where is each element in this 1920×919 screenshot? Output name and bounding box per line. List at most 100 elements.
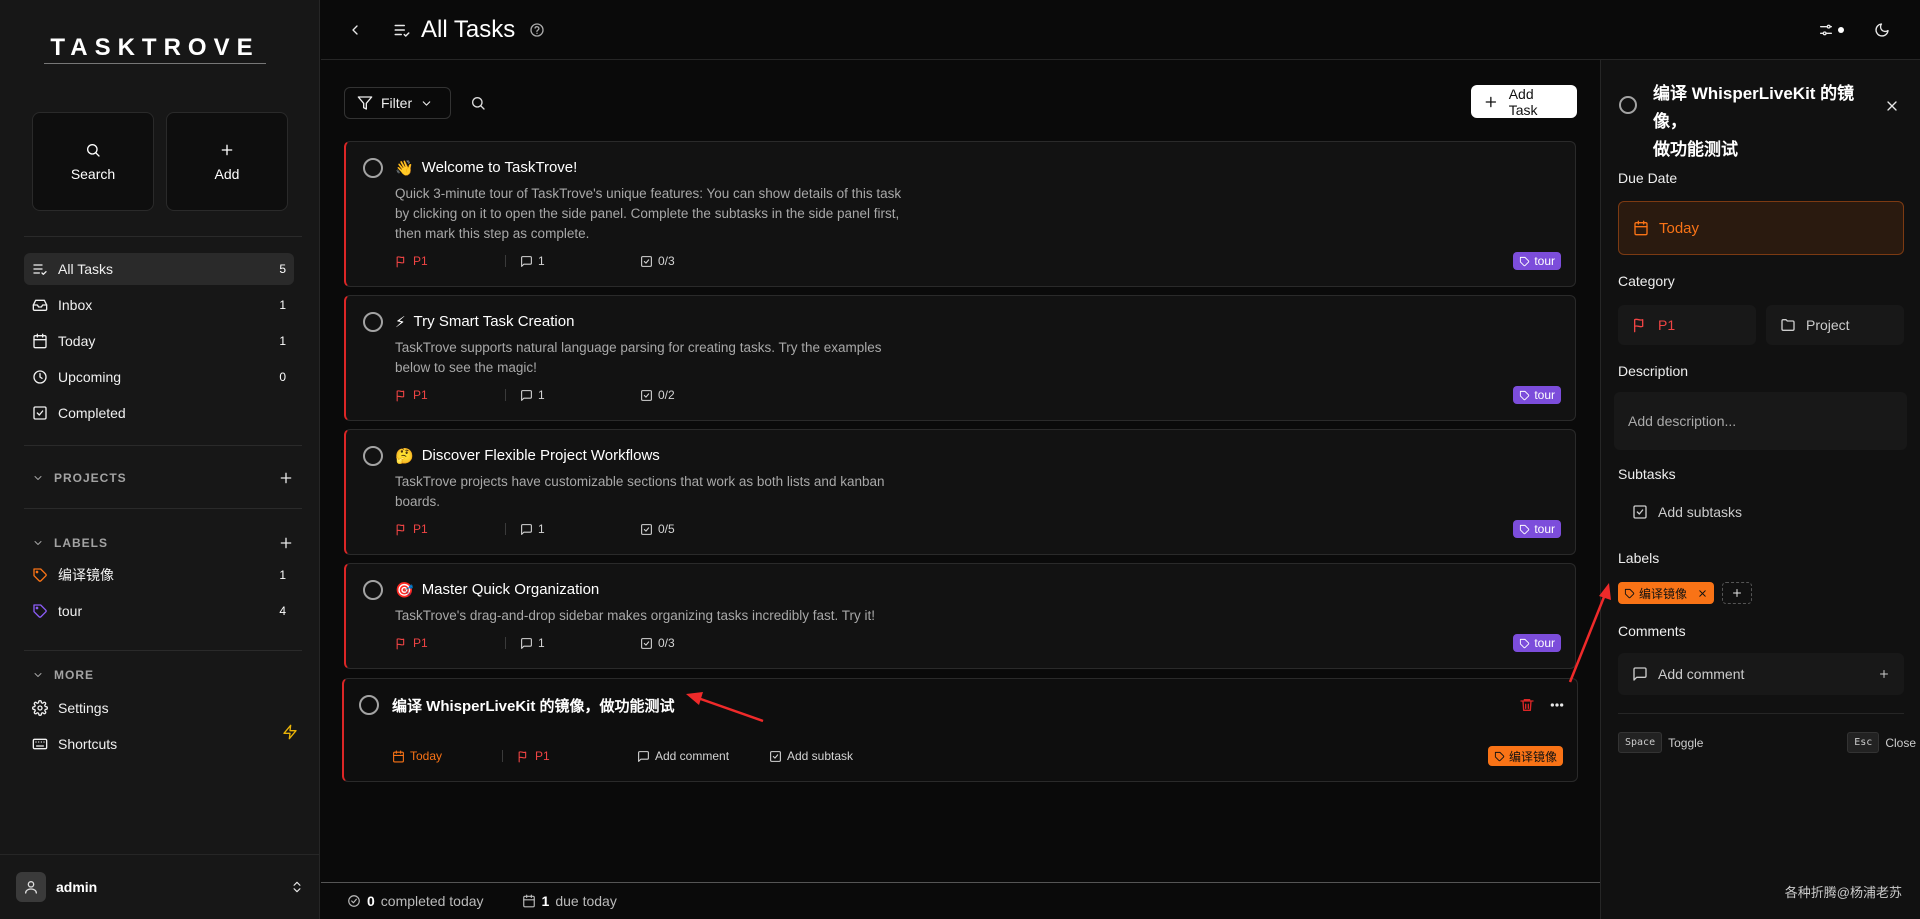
labels-label: Labels bbox=[1618, 550, 1660, 566]
trash-icon[interactable] bbox=[1519, 697, 1535, 713]
comment-count[interactable]: 1 bbox=[520, 254, 640, 268]
quick-add-button[interactable]: Add bbox=[166, 112, 288, 211]
task-card[interactable]: 👋 Welcome to TaskTrove! Quick 3-minute to… bbox=[344, 141, 1576, 287]
due-date-indicator[interactable]: Today bbox=[392, 749, 502, 763]
subtask-count[interactable]: 0/5 bbox=[640, 522, 675, 536]
tag-badge[interactable]: tour bbox=[1513, 386, 1561, 404]
sidebar-item-label-tour[interactable]: tour 4 bbox=[24, 595, 294, 627]
task-title: 🎯 Master Quick Organization bbox=[395, 581, 599, 599]
add-subtasks-button[interactable]: Add subtasks bbox=[1618, 495, 1904, 529]
tag-badge[interactable]: tour bbox=[1513, 634, 1561, 652]
sidebar-item-upcoming[interactable]: Upcoming 0 bbox=[24, 361, 294, 393]
chevron-down-icon bbox=[422, 100, 431, 106]
priority-indicator[interactable]: P1 bbox=[395, 522, 505, 536]
sidebar-item-inbox[interactable]: Inbox 1 bbox=[24, 289, 294, 321]
add-label-icon[interactable] bbox=[278, 535, 294, 551]
moon-icon[interactable] bbox=[1874, 22, 1890, 38]
priority-indicator[interactable]: P1 bbox=[517, 749, 637, 763]
add-subtask-link[interactable]: Add subtask bbox=[769, 749, 853, 763]
quick-search-button[interactable]: Search bbox=[32, 112, 154, 211]
chevron-left-icon[interactable] bbox=[347, 22, 363, 38]
task-checkbox[interactable] bbox=[359, 695, 379, 715]
description-field[interactable]: Add description... bbox=[1614, 392, 1907, 450]
tag-badge[interactable]: tour bbox=[1513, 252, 1561, 270]
subtask-count[interactable]: 0/2 bbox=[640, 388, 675, 402]
sidebar-item-label-build-image[interactable]: 编译镜像 1 bbox=[24, 559, 294, 591]
task-card[interactable]: 🤔 Discover Flexible Project Workflows Tas… bbox=[344, 429, 1576, 555]
sidebar-divider bbox=[24, 508, 302, 509]
sliders-icon[interactable] bbox=[1818, 22, 1834, 38]
shortcut-close-hint: Esc Close bbox=[1847, 732, 1916, 753]
add-task-button[interactable]: Add Task bbox=[1471, 85, 1577, 118]
task-checkbox[interactable] bbox=[363, 158, 383, 178]
task-checkbox[interactable] bbox=[363, 580, 383, 600]
sidebar-item-settings[interactable]: Settings bbox=[24, 692, 294, 724]
help-circle-icon[interactable] bbox=[529, 22, 545, 38]
meta-divider bbox=[505, 637, 506, 649]
sidebar-item-today[interactable]: Today 1 bbox=[24, 325, 294, 357]
priority-value: P1 bbox=[1658, 317, 1676, 333]
task-checkbox[interactable] bbox=[363, 446, 383, 466]
status-footer: 0 completed today 1 due today bbox=[321, 882, 1600, 919]
tag-badge[interactable]: tour bbox=[1513, 520, 1561, 538]
labels-section-header[interactable]: LABELS bbox=[32, 535, 294, 551]
completed-text: completed today bbox=[380, 893, 484, 909]
flag-icon bbox=[518, 750, 527, 762]
more-section-header[interactable]: MORE bbox=[32, 668, 294, 682]
calendar-icon bbox=[1634, 220, 1648, 236]
comment-count[interactable]: 1 bbox=[520, 522, 640, 536]
user-menu[interactable]: admin bbox=[0, 854, 320, 919]
sidebar-item-completed[interactable]: Completed bbox=[24, 397, 294, 429]
panel-task-checkbox[interactable] bbox=[1619, 96, 1637, 114]
panel-task-title[interactable]: 编译 WhisperLiveKit 的镜像， 做功能测试 bbox=[1653, 80, 1873, 164]
more-heading: MORE bbox=[54, 668, 94, 682]
task-card[interactable]: ⚡ Try Smart Task Creation TaskTrove suppo… bbox=[344, 295, 1576, 421]
subtask-count[interactable]: 0/3 bbox=[640, 254, 675, 268]
projects-section-header[interactable]: PROJECTS bbox=[32, 470, 294, 486]
priority-selector[interactable]: P1 bbox=[1618, 305, 1756, 345]
tag-badge[interactable]: 编译镜像 bbox=[1487, 746, 1563, 766]
task-card-selected[interactable]: 编译 WhisperLiveKit 的镜像，做功能测试 Today P1 Add… bbox=[342, 678, 1578, 782]
avatar bbox=[16, 872, 46, 902]
check-circle-icon bbox=[348, 895, 360, 907]
chevron-down-icon bbox=[34, 476, 42, 480]
label-chip[interactable]: 编译镜像 bbox=[1618, 582, 1715, 604]
panel-divider bbox=[1618, 713, 1904, 714]
search-icon[interactable] bbox=[470, 95, 486, 111]
comment-count[interactable]: 1 bbox=[520, 388, 640, 402]
add-comment-link[interactable]: Add comment bbox=[637, 749, 761, 763]
sidebar-item-all-tasks[interactable]: All Tasks 5 bbox=[24, 253, 294, 285]
add-project-icon[interactable] bbox=[278, 470, 294, 486]
task-card[interactable]: 🎯 Master Quick Organization TaskTrove's d… bbox=[344, 563, 1576, 669]
add-label-button[interactable] bbox=[1722, 582, 1752, 604]
remove-label-icon[interactable] bbox=[1697, 588, 1708, 599]
task-description: TaskTrove's drag-and-drop sidebar makes … bbox=[395, 608, 876, 623]
meta-divider bbox=[505, 523, 506, 535]
close-icon[interactable] bbox=[1884, 98, 1900, 114]
add-comment-field[interactable]: Add comment bbox=[1618, 653, 1904, 695]
subtask-count[interactable]: 0/3 bbox=[640, 636, 675, 650]
project-selector[interactable]: Project bbox=[1766, 305, 1904, 345]
add-comment-label: Add comment bbox=[1658, 666, 1745, 682]
flag-icon bbox=[396, 389, 405, 401]
quick-search-label: Search bbox=[70, 165, 116, 182]
due-date-field[interactable]: Today bbox=[1618, 201, 1904, 255]
lightning-icon[interactable] bbox=[282, 724, 298, 740]
subtask-count-value: 0/3 bbox=[658, 254, 675, 268]
more-horizontal-icon[interactable] bbox=[1549, 697, 1565, 713]
flag-icon bbox=[1634, 318, 1644, 333]
tag-icon bbox=[1520, 638, 1530, 648]
add-comment-label: Add comment bbox=[655, 749, 730, 763]
comment-icon bbox=[638, 750, 649, 762]
priority-indicator[interactable]: P1 bbox=[395, 636, 505, 650]
comment-icon bbox=[521, 637, 532, 649]
comment-count-value: 1 bbox=[538, 388, 545, 402]
priority-indicator[interactable]: P1 bbox=[395, 388, 505, 402]
priority-indicator[interactable]: P1 bbox=[395, 254, 505, 268]
sidebar-item-shortcuts[interactable]: Shortcuts bbox=[24, 728, 294, 760]
filter-label: Filter bbox=[381, 95, 413, 111]
kbd-esc: Esc bbox=[1847, 732, 1880, 753]
task-checkbox[interactable] bbox=[363, 312, 383, 332]
comment-count[interactable]: 1 bbox=[520, 636, 640, 650]
filter-button[interactable]: Filter bbox=[344, 87, 451, 119]
